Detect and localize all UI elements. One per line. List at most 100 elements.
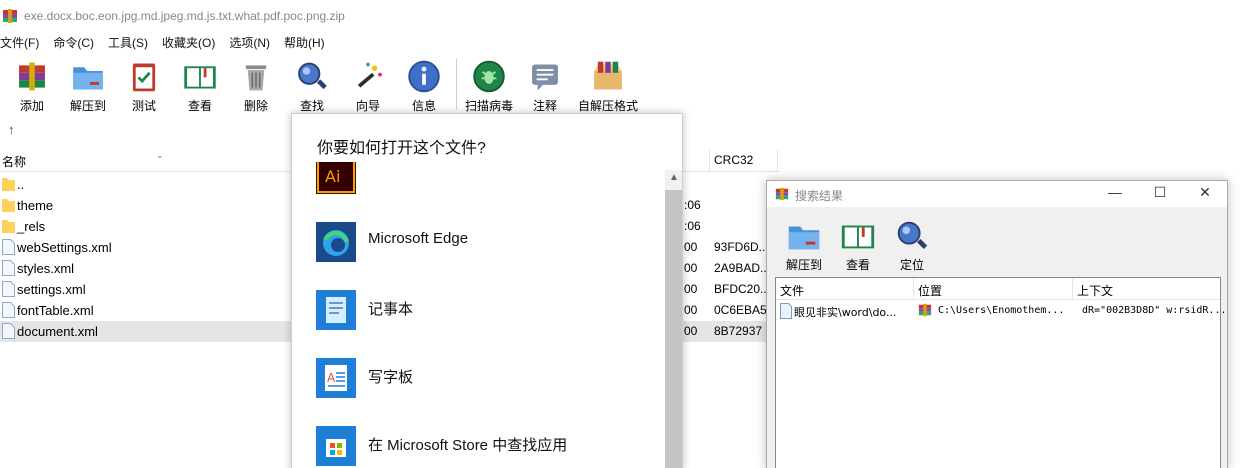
menu-file[interactable]: 文件(F) [0, 34, 39, 51]
view-book-icon [184, 66, 216, 89]
column-location[interactable]: 位置 [918, 282, 942, 299]
delete-label: 删除 [243, 99, 268, 113]
title-bar: exe.docx.boc.eon.jpg.md.jpeg.md.js.txt.w… [0, 0, 1260, 32]
scroll-thumb[interactable] [665, 190, 682, 468]
column-context[interactable]: 上下文 [1077, 282, 1113, 299]
sr-view-button[interactable]: 查看 [833, 217, 883, 273]
app-option-store[interactable]: 在 Microsoft Store 中查找应用 [316, 426, 656, 468]
find-button[interactable]: 查找 [284, 54, 340, 114]
view-label: 查看 [187, 99, 212, 113]
sort-chevron-icon: ⌄ [156, 150, 164, 160]
open-with-dialog: 你要如何打开这个文件? Ai Microsoft Edge 记事本 A 写字板 [291, 113, 683, 468]
file-modified: 00 [684, 303, 698, 317]
sr-extract-button[interactable]: 解压到 [779, 217, 829, 273]
column-crc32[interactable]: CRC32 [714, 153, 753, 167]
file-name: settings.xml [17, 282, 86, 297]
file-crc32: 93FD6D... [714, 240, 769, 254]
file-icon [2, 323, 15, 339]
folder-icon [2, 220, 15, 233]
main-toolbar: 添加 解压到 测试 查看 删除 查找 向导 信息 扫描病毒 注释 自解压格式 [0, 54, 1260, 114]
info-button[interactable]: 信息 [396, 54, 452, 114]
virus-scan-icon [473, 60, 505, 93]
app-name: 在 Microsoft Store 中查找应用 [368, 437, 568, 454]
file-name: webSettings.xml [17, 240, 112, 255]
sfx-box-icon [594, 61, 622, 90]
app-option-edge[interactable]: Microsoft Edge [316, 222, 656, 266]
file-crc32: 2A9BAD... [714, 261, 771, 275]
magnifier-icon [897, 221, 928, 249]
result-file: 眼见非实\word\do... [794, 306, 897, 319]
extract-to-label: 解压到 [69, 99, 106, 113]
up-arrow-icon[interactable]: ↑ [8, 122, 15, 137]
winrar-app-icon [3, 9, 17, 23]
file-modified: 00 [684, 240, 698, 254]
column-divider [913, 278, 914, 300]
add-button[interactable]: 添加 [4, 54, 60, 114]
file-modified: :06 [684, 198, 701, 212]
extract-to-button[interactable]: 解压到 [60, 54, 116, 114]
app-name: 写字板 [368, 369, 414, 386]
menu-options[interactable]: 选项(N) [229, 34, 270, 51]
winrar-app-icon [918, 303, 932, 317]
app-name: 记事本 [368, 301, 414, 318]
file-icon [2, 260, 15, 276]
scan-virus-label: 扫描病毒 [464, 99, 513, 113]
menu-help[interactable]: 帮助(H) [284, 34, 325, 51]
notepad-icon [316, 290, 356, 330]
add-label: 添加 [19, 99, 44, 113]
file-crc32: 0C6EBA5 [714, 303, 767, 317]
test-label: 测试 [131, 99, 156, 113]
result-context: dR="002B3D8D" w:rsidR... [1082, 305, 1227, 316]
view-button[interactable]: 查看 [172, 54, 228, 114]
extract-folder-icon [73, 67, 103, 90]
folder-icon [2, 178, 15, 191]
column-name[interactable]: 名称 [2, 153, 26, 170]
menu-commands[interactable]: 命令(C) [53, 34, 94, 51]
test-button[interactable]: 测试 [116, 54, 172, 114]
file-name: .. [17, 177, 25, 192]
add-archive-icon [19, 62, 45, 91]
app-name: Microsoft Edge [368, 230, 469, 247]
result-location: C:\Users\Enomothem... [938, 305, 1065, 316]
delete-button[interactable]: 删除 [228, 54, 284, 114]
file-crc32: 8B72937 [714, 324, 763, 338]
column-file[interactable]: 文件 [780, 282, 804, 299]
app-option-illustrator[interactable]: Ai [316, 162, 656, 196]
sfx-label: 自解压格式 [577, 99, 638, 113]
file-icon [2, 239, 15, 255]
extract-folder-icon [788, 226, 820, 250]
search-results-title: 搜索结果 [795, 189, 844, 203]
sr-locate-button[interactable]: 定位 [887, 217, 937, 273]
magnifier-icon [298, 62, 327, 90]
file-modified: 00 [684, 282, 698, 296]
find-label: 查找 [299, 99, 324, 113]
store-icon [316, 426, 356, 466]
app-option-notepad[interactable]: 记事本 [316, 290, 656, 334]
menu-tools[interactable]: 工具(S) [108, 34, 148, 51]
sfx-button[interactable]: 自解压格式 [573, 54, 643, 114]
scan-virus-button[interactable]: 扫描病毒 [461, 54, 517, 114]
close-icon[interactable]: ✕ [1195, 184, 1215, 204]
svg-text:A: A [327, 371, 336, 385]
app-option-wordpad[interactable]: A 写字板 [316, 358, 656, 402]
scroll-up-icon[interactable]: ▲ [669, 172, 679, 183]
minimize-icon[interactable]: — [1105, 184, 1125, 204]
search-results-grid: 文件 位置 上下文 眼见非实\word\do... C:\Users\Enomo… [775, 277, 1227, 468]
test-clipboard-icon [132, 63, 156, 92]
window-title: exe.docx.boc.eon.jpg.md.jpeg.md.js.txt.w… [24, 9, 345, 23]
comment-button[interactable]: 注释 [517, 54, 573, 114]
maximize-icon[interactable]: ☐ [1150, 184, 1170, 204]
file-modified: 00 [684, 324, 698, 338]
file-name: styles.xml [17, 261, 75, 276]
search-result-row[interactable]: 眼见非实\word\do... C:\Users\Enomothem... dR… [776, 302, 1227, 321]
search-results-window: 搜索结果 — ☐ ✕ 解压到 查看 定位 文件 位置 上下文 眼见非实\word… [766, 180, 1228, 468]
file-modified: :06 [684, 219, 701, 233]
toolbar-separator [456, 58, 457, 110]
wizard-button[interactable]: 向导 [340, 54, 396, 114]
file-name: fontTable.xml [17, 303, 94, 318]
menu-favorites[interactable]: 收藏夹(O) [162, 34, 215, 51]
sr-extract-label: 解压到 [785, 258, 822, 272]
winrar-app-icon [775, 187, 789, 201]
open-with-scrollbar[interactable]: ▲ [665, 170, 682, 468]
column-divider [777, 150, 778, 172]
